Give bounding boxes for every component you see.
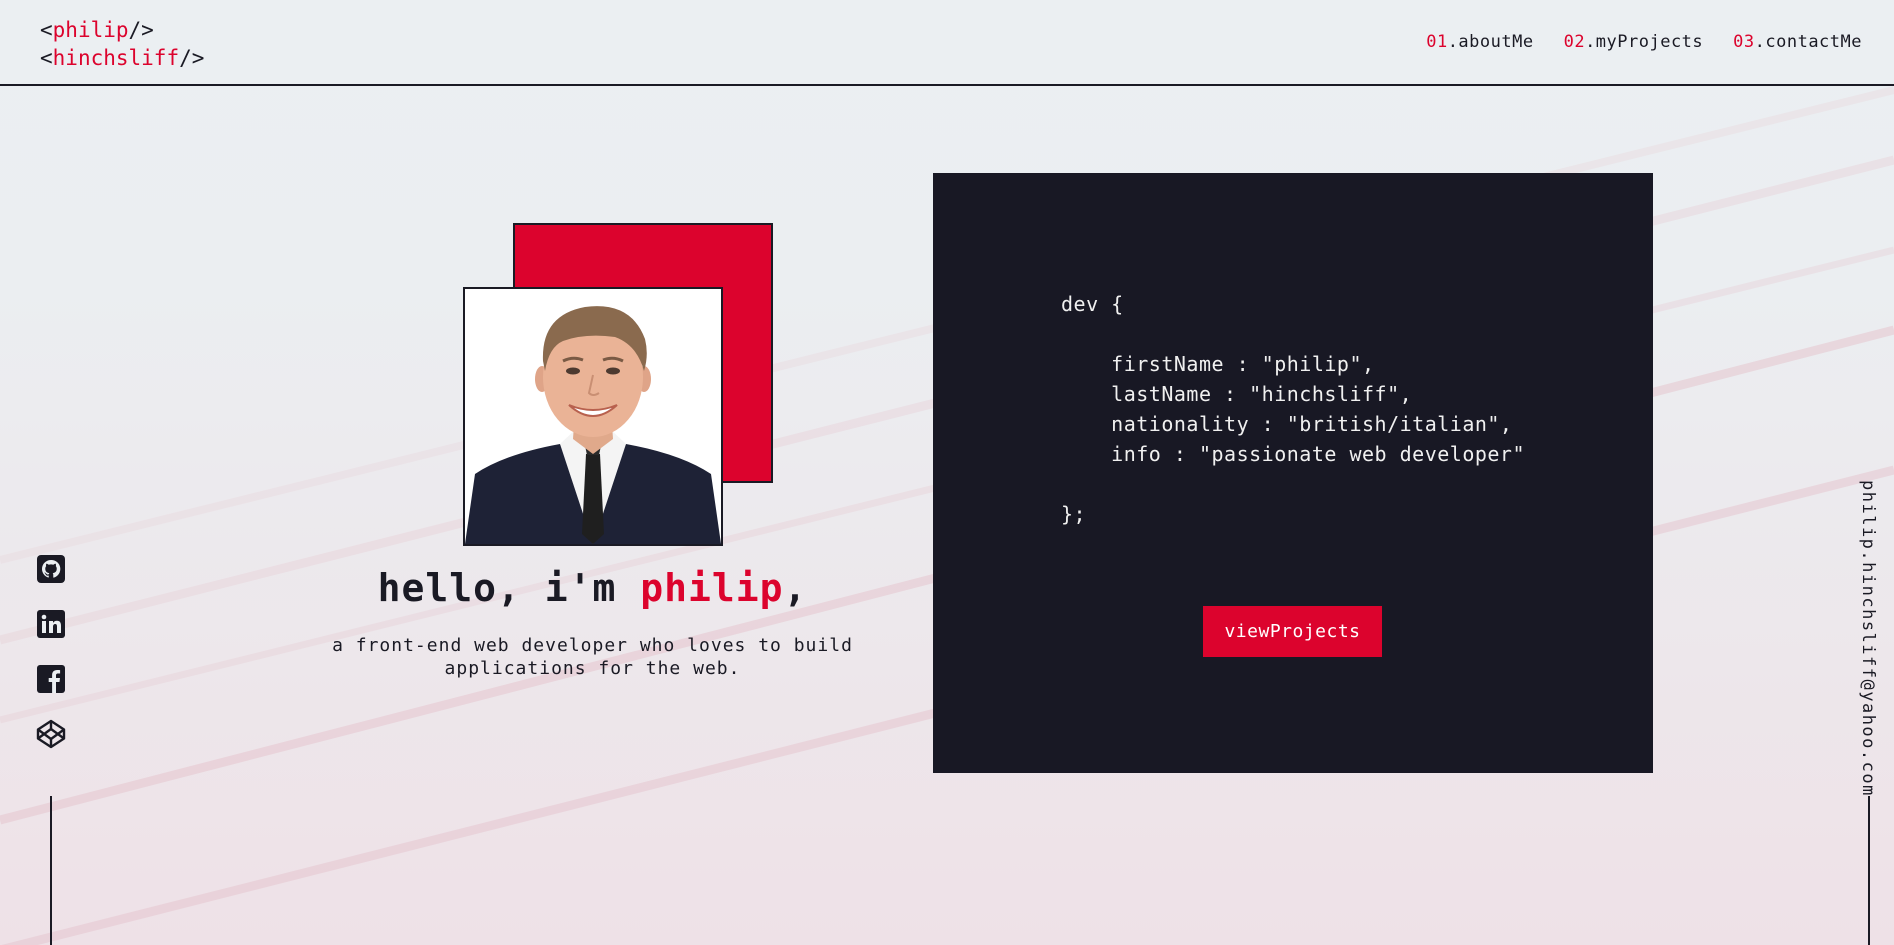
profile-portrait [465,289,721,544]
nav-item-about-me[interactable]: 01.aboutMe [1426,32,1533,52]
left-vertical-line [50,796,52,945]
logo-line-2: <hinchsliff/> [40,44,204,72]
logo-line-1: <philip/> [40,16,204,44]
linkedin-icon[interactable] [36,609,66,639]
logo-first-name: philip [52,18,129,42]
logo[interactable]: <philip/> <hinchsliff/> [40,16,204,72]
hero-tagline: a front-end web developer who loves to b… [332,635,853,679]
greeting-name: philip [640,566,784,610]
site-header: <philip/> <hinchsliff/> 01.aboutMe 02.my… [0,0,1894,86]
greeting-prefix: hello, i'm [377,566,641,610]
code-panel: dev { firstName : "philip", lastName : "… [933,173,1653,773]
view-projects-button[interactable]: viewProjects [1203,606,1382,657]
logo-bracket: /> [179,46,205,70]
greeting-suffix: , [783,566,808,610]
nav-item-my-projects[interactable]: 02.myProjects [1564,32,1704,52]
nav-item-contact-me[interactable]: 03.contactMe [1733,32,1862,52]
logo-bracket: < [40,18,53,42]
logo-bracket: < [40,46,53,70]
logo-last-name: hinchsliff [52,46,180,70]
codepen-icon[interactable] [36,719,66,749]
right-vertical-line [1868,796,1870,945]
email-link[interactable]: philip.hinchsliff@yahoo.com [1858,480,1878,797]
profile-photo [463,287,723,546]
code-snippet: dev { firstName : "philip", lastName : "… [1061,292,1526,526]
facebook-icon[interactable] [36,664,66,694]
main-nav: 01.aboutMe 02.myProjects 03.contactMe [1426,32,1862,52]
logo-bracket: /> [128,18,154,42]
